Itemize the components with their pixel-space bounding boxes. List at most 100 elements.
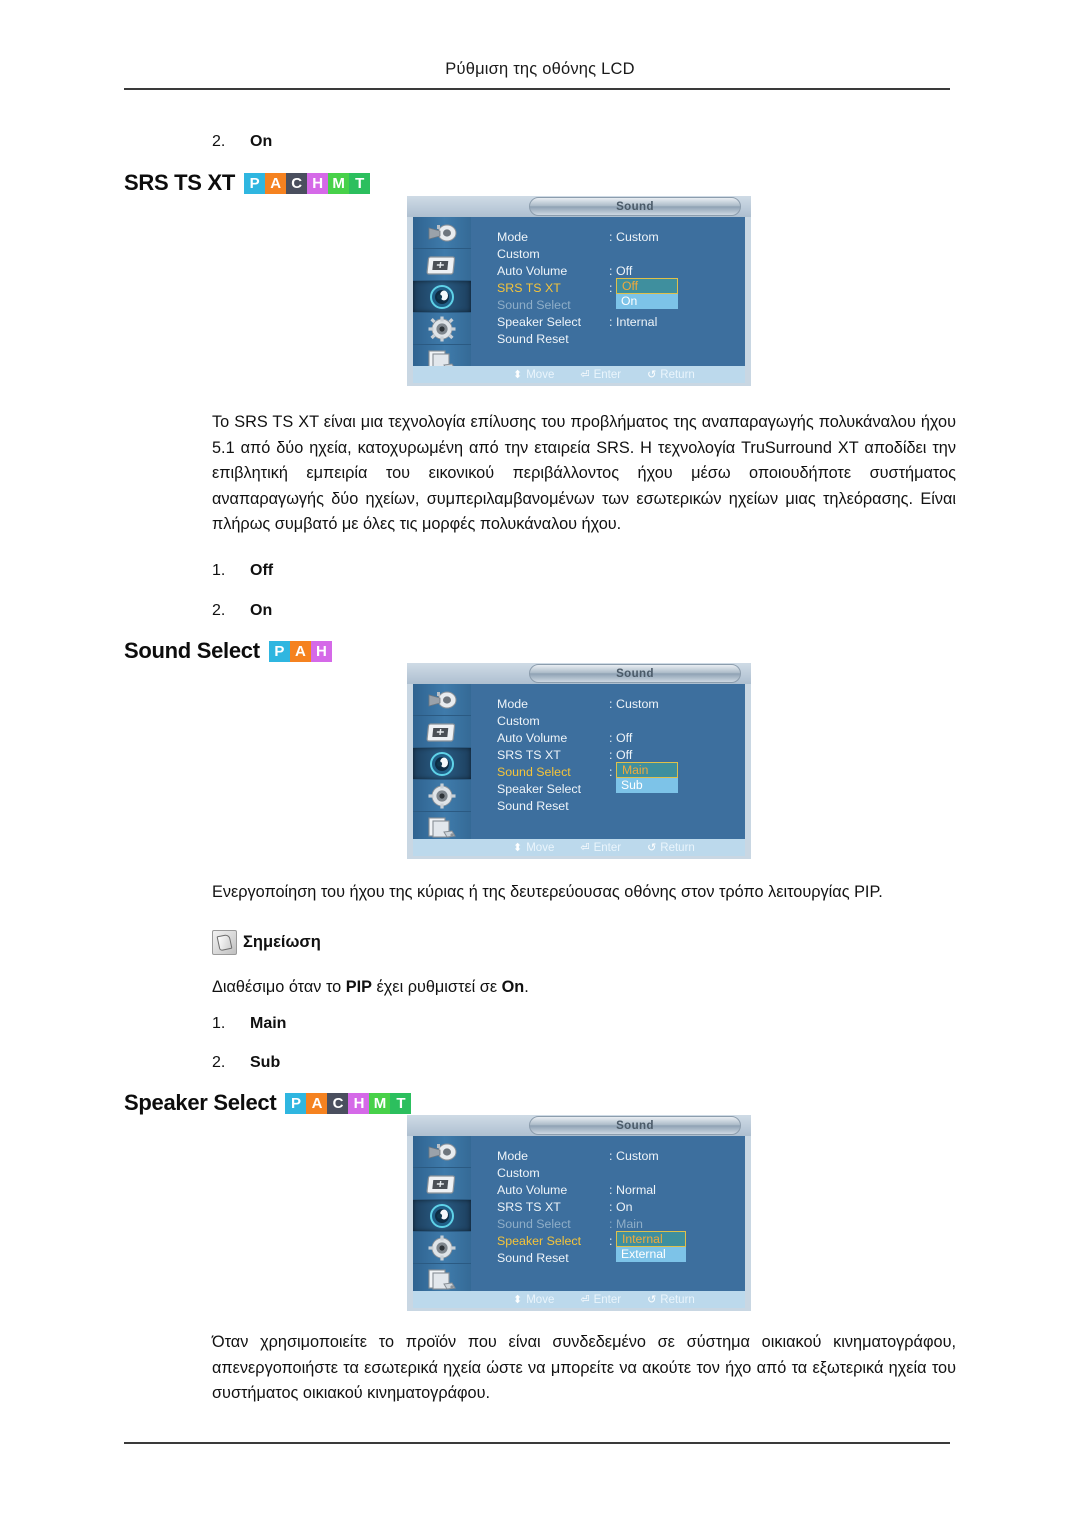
list-item-number: 2. [212,1054,226,1071]
osd-row[interactable]: Mode: Custom [497,228,739,245]
picture-icon [426,722,456,742]
note-text-pre: Διαθέσιμο όταν το [212,978,346,996]
osd-row[interactable]: Sound Reset [497,797,739,814]
osd-option-other[interactable]: External [616,1247,686,1262]
setup-gear-icon [428,316,456,341]
paragraph-sound-select: Ενεργοποίηση του ήχου της κύριας ή της δ… [212,880,956,906]
osd-option-popup[interactable]: Off On [616,278,678,309]
osd-footer-move: ⬍ Move [513,368,554,382]
osd-footer: ⬍ Move ⏎ Enter ↺ Return [413,366,745,383]
osd-sidebar-item-sound[interactable] [413,748,471,780]
osd-footer-label: Return [660,1293,695,1306]
osd-sidebar-item-setup[interactable] [413,1232,471,1264]
osd-sidebar-item-picture[interactable] [413,249,471,281]
osd-footer-enter: ⏎ Enter [580,368,622,382]
osd-row-value: Off [616,263,633,278]
osd-screenshot-sound-select: Sound Mode: Custom Custom Auto Volume:… [407,663,751,859]
osd-row-colon: : [609,229,613,244]
osd-row[interactable]: Auto Volume: Off [497,262,739,279]
osd-option-other[interactable]: Sub [616,778,678,793]
osd-footer-label: Move [526,841,555,854]
osd-row[interactable]: Custom [497,245,739,262]
note-text-pip: PIP [345,978,372,996]
list-item: 1. Off [212,562,273,580]
list-item-label: On [250,133,273,150]
osd-footer-label: Enter [593,1293,622,1306]
osd-sidebar-item-input-source[interactable] [413,684,471,716]
osd-row-label: Auto Volume [497,263,568,278]
note-text: Διαθέσιμο όταν το PIP έχει ρυθμιστεί σε … [212,978,529,997]
badge-t-icon: T [349,172,370,194]
badge-c-icon: C [327,1092,349,1114]
return-arrow-icon: ↺ [647,1294,657,1306]
osd-sidebar-item-setup[interactable] [413,313,471,345]
paragraph-srs-ts-xt: Το SRS TS XT είναι μια τεχνολογία επίλυσ… [212,410,956,538]
osd-title-bar: Sound [529,1116,741,1135]
section-heading-sound-select: Sound Select P A H [124,638,332,664]
note-text-mid: έχει ρυθμιστεί σε [371,978,502,996]
sound-icon [430,1203,454,1228]
osd-row-list: Mode: Custom Custom Auto Volume: Off SRS T… [497,228,739,347]
list-item-number: 1. [212,562,226,579]
osd-footer-return: ↺ Return [647,1293,695,1307]
osd-footer-label: Move [526,1293,555,1306]
note-text-on: On [501,978,525,996]
osd-option-current[interactable]: Main [616,762,678,778]
osd-sidebar-item-picture[interactable] [413,1168,471,1200]
osd-sidebar-item-sound[interactable] [413,1200,471,1232]
osd-row-selected[interactable]: Speaker Select: Internal External [497,1231,739,1262]
osd-sidebar-item-setup[interactable] [413,780,471,812]
osd-option-current[interactable]: Internal [616,1231,686,1247]
osd-row-label: SRS TS XT [497,280,561,295]
osd-row[interactable]: Custom [497,1164,739,1181]
paragraph-speaker-select: Όταν χρησιμοποιείτε το προϊόν που είναι … [212,1330,956,1407]
badge-t-icon: T [390,1092,412,1114]
setup-gear-icon [428,1235,456,1260]
osd-sidebar-item-sound[interactable] [413,281,471,313]
osd-option-popup[interactable]: Main Sub [616,762,678,793]
osd-footer-label: Return [660,841,695,854]
list-item: 2. On [212,602,272,620]
osd-row-colon: : [609,730,613,745]
return-arrow-icon: ↺ [647,369,657,381]
osd-row[interactable]: SRS TS XT: Off [497,746,739,763]
osd-sidebar [413,1136,471,1296]
osd-row[interactable]: Mode: Custom [497,1147,739,1164]
paragraph-text: Όταν χρησιμοποιείτε το προϊόν που είναι … [212,1333,956,1402]
badge-m-icon: M [328,172,349,194]
input-source-icon [428,691,457,708]
osd-row-selected[interactable]: SRS TS XT: Off On [497,278,739,309]
osd-footer-label: Enter [593,368,622,381]
osd-row-label: Sound Select [497,764,571,779]
osd-option-current[interactable]: Off [616,278,678,294]
osd-row[interactable]: Speaker Select: Internal [497,313,739,330]
return-arrow-icon: ↺ [647,842,657,854]
osd-sidebar-item-input-source[interactable] [413,217,471,249]
osd-sidebar-item-input-source[interactable] [413,1136,471,1168]
osd-row[interactable]: Mode: Custom [497,695,739,712]
osd-row-label: Speaker Select [497,1233,582,1248]
osd-row[interactable]: SRS TS XT: On [497,1198,739,1215]
sound-icon [430,751,454,776]
list-item-number: 1. [212,1015,226,1032]
osd-row[interactable]: Auto Volume: Normal [497,1181,739,1198]
badge-p-icon: P [244,172,265,194]
badge-c-icon: C [286,172,307,194]
osd-row-value: Off [616,730,633,745]
sound-icon [430,284,454,309]
osd-row-selected[interactable]: Sound Select: Main Sub [497,762,739,793]
osd-row-colon: : [609,747,613,762]
osd-row[interactable]: Sound Reset [497,330,739,347]
osd-row-colon: : [609,696,613,711]
move-arrows-icon: ⬍ [513,369,523,381]
osd-option-popup[interactable]: Internal External [616,1231,686,1262]
enter-key-icon: ⏎ [580,842,590,854]
osd-row-label: Auto Volume [497,1182,568,1197]
osd-option-other[interactable]: On [616,294,678,309]
osd-sidebar-item-picture[interactable] [413,716,471,748]
osd-row[interactable]: Auto Volume: Off [497,729,739,746]
badge-m-icon: M [369,1092,391,1114]
osd-title-bar: Sound [529,197,741,216]
badge-h-icon: H [348,1092,370,1114]
osd-row[interactable]: Custom [497,712,739,729]
